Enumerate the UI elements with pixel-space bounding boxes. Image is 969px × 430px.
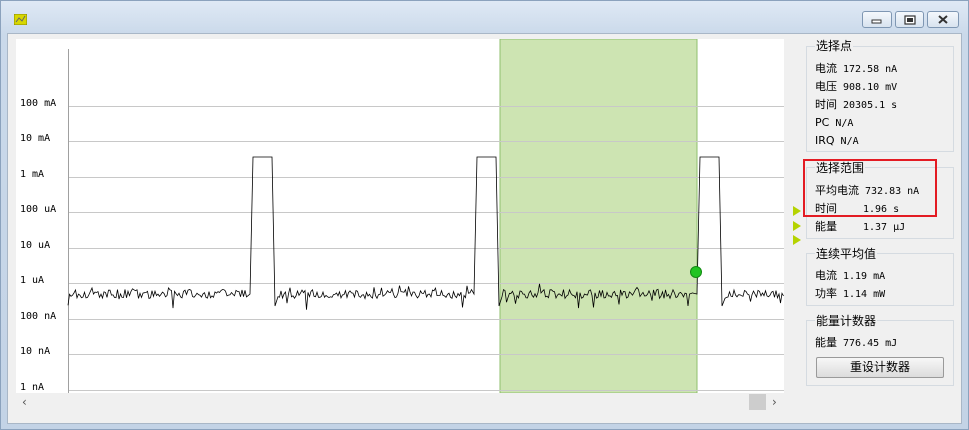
running-average-title: 连续平均值 — [815, 247, 878, 261]
y-tick-label: 10 uA — [20, 240, 51, 251]
point-voltage-row: 电压 908.10 mV — [815, 80, 898, 93]
plot-canvas[interactable] — [16, 39, 784, 393]
close-icon — [938, 15, 948, 24]
selected-point-marker — [690, 266, 702, 278]
scroll-right-icon[interactable]: › — [772, 395, 777, 409]
scroll-left-icon[interactable]: ‹ — [22, 395, 27, 409]
app-icon — [14, 14, 27, 25]
selected-point-title: 选择点 — [815, 39, 854, 53]
energy-counter-title: 能量计数器 — [815, 314, 878, 328]
point-irq-row: IRQ N/A — [815, 134, 859, 147]
horizontal-scrollbar[interactable]: ‹ › — [16, 393, 784, 411]
point-current-row: 电流 172.58 nA — [815, 62, 898, 75]
side-marker-3 — [793, 235, 801, 245]
close-button[interactable] — [927, 11, 959, 28]
scroll-thumb[interactable] — [749, 394, 766, 410]
minimize-icon — [871, 19, 882, 24]
minimize-button[interactable] — [862, 11, 892, 28]
restore-icon — [904, 15, 916, 25]
counter-energy-row: 能量 776.45 mJ — [815, 336, 898, 349]
y-tick-label: 10 nA — [20, 346, 51, 357]
selection-range-highlight — [803, 159, 937, 217]
y-tick-label: 100 mA — [20, 98, 57, 109]
side-marker-2 — [793, 221, 801, 231]
point-time-row: 时间 20305.1 s — [815, 98, 898, 111]
range-energy-row: 能量 1.37 μJ — [815, 220, 906, 233]
y-tick-label: 100 uA — [20, 204, 57, 215]
point-pc-row: PC N/A — [815, 116, 854, 129]
y-tick-label: 1 mA — [20, 169, 45, 180]
restore-button[interactable] — [895, 11, 924, 28]
avg-power-row: 功率 1.14 mW — [815, 287, 886, 300]
current-plot[interactable] — [16, 39, 784, 393]
side-marker-1 — [793, 206, 801, 216]
avg-current-row: 电流 1.19 mA — [815, 269, 886, 282]
y-tick-label: 100 nA — [20, 311, 57, 322]
y-tick-label: 1 uA — [20, 275, 45, 286]
reset-counter-button[interactable]: 重设计数器 — [816, 357, 944, 378]
y-tick-label: 10 mA — [20, 133, 51, 144]
selection-band — [499, 39, 698, 393]
